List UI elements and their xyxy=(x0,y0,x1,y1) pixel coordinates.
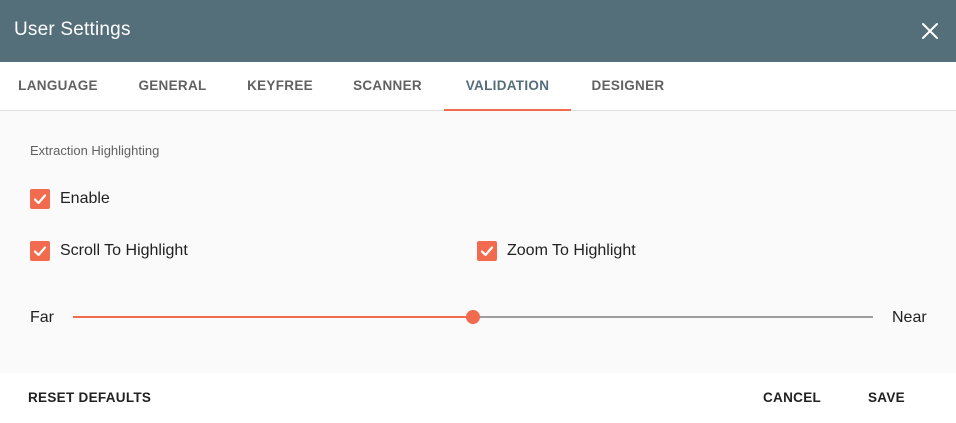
tab-general[interactable]: GENERAL xyxy=(116,62,229,110)
zoom-to-highlight-checkbox[interactable] xyxy=(477,241,497,261)
slider-min-label: Far xyxy=(30,309,54,326)
dialog-header: User Settings xyxy=(0,0,956,62)
slider-max-label: Near xyxy=(892,309,927,326)
check-icon xyxy=(480,246,494,257)
user-settings-dialog: User Settings LANGUAGE GENERAL KEYFREE S… xyxy=(0,0,956,423)
save-button[interactable]: SAVE xyxy=(868,373,905,423)
close-icon[interactable] xyxy=(918,19,942,43)
section-title: Extraction Highlighting xyxy=(30,143,160,158)
enable-label: Enable xyxy=(60,190,110,207)
dialog-footer: RESET DEFAULTS CANCEL SAVE xyxy=(0,373,956,423)
check-icon xyxy=(33,194,47,205)
cancel-button[interactable]: CANCEL xyxy=(763,373,821,423)
slider-fill xyxy=(73,316,473,318)
close-icon-graphic xyxy=(922,23,938,39)
slider-thumb[interactable] xyxy=(466,310,480,324)
tab-keyfree[interactable]: KEYFREE xyxy=(229,62,331,110)
check-icon xyxy=(33,246,47,257)
settings-tabs: LANGUAGE GENERAL KEYFREE SCANNER VALIDAT… xyxy=(0,62,956,111)
zoom-to-highlight-label: Zoom To Highlight xyxy=(507,242,636,259)
enable-checkbox[interactable] xyxy=(30,189,50,209)
zoom-distance-slider[interactable] xyxy=(73,310,873,324)
scroll-to-highlight-row[interactable]: Scroll To Highlight xyxy=(30,241,188,261)
zoom-to-highlight-row[interactable]: Zoom To Highlight xyxy=(477,241,636,261)
validation-panel: Extraction Highlighting Enable Scroll To… xyxy=(0,111,956,373)
tab-designer[interactable]: DESIGNER xyxy=(571,62,685,110)
tab-language[interactable]: LANGUAGE xyxy=(0,62,116,110)
tab-scanner[interactable]: SCANNER xyxy=(331,62,444,110)
tab-validation[interactable]: VALIDATION xyxy=(444,62,571,111)
enable-checkbox-row[interactable]: Enable xyxy=(30,189,110,209)
scroll-to-highlight-label: Scroll To Highlight xyxy=(60,242,188,259)
dialog-title: User Settings xyxy=(14,19,131,40)
reset-defaults-button[interactable]: RESET DEFAULTS xyxy=(28,373,151,423)
scroll-to-highlight-checkbox[interactable] xyxy=(30,241,50,261)
